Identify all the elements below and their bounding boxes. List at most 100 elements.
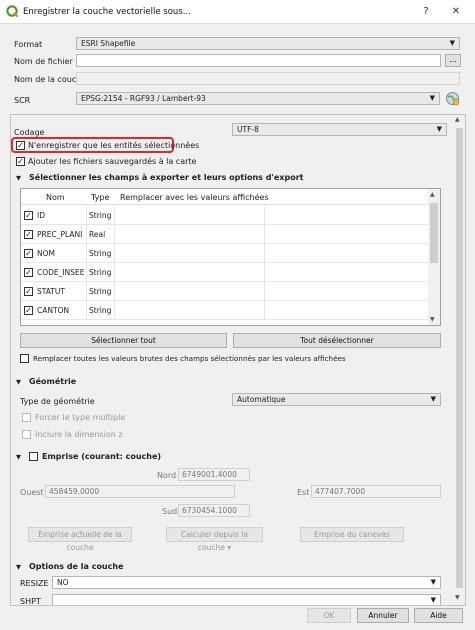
deselect-all-button[interactable]: Tout désélectionner (233, 333, 441, 348)
chevron-down-icon: ▼ (430, 395, 436, 403)
help-button[interactable]: ? (414, 4, 438, 20)
header-type: Type (91, 193, 110, 202)
table-row[interactable]: ✓ CODE_INSEE String (21, 263, 428, 282)
collapse-triangle-icon[interactable]: ▼ (16, 563, 21, 571)
table-scrollbar-thumb[interactable] (430, 203, 438, 263)
resize-label: RESIZE (20, 579, 49, 588)
south-label: Sud (162, 507, 178, 516)
geometry-type-label: Type de géométrie (20, 397, 95, 406)
encoding-value: UTF-8 (237, 125, 259, 134)
table-row[interactable]: ✓ PREC_PLANI Real (21, 225, 428, 244)
collapse-triangle-icon[interactable]: ▼ (16, 378, 21, 386)
shpt-label: SHPT (20, 597, 41, 605)
table-row[interactable]: ✓ CANTON String (21, 301, 428, 320)
field-replace-cell[interactable] (115, 263, 265, 282)
encoding-select[interactable]: UTF-8 ▼ (232, 123, 447, 136)
force-multi-checkbox[interactable] (22, 413, 31, 422)
collapse-triangle-icon[interactable]: ▼ (16, 174, 21, 182)
collapse-triangle-icon[interactable]: ▼ (16, 453, 21, 461)
field-checkbox[interactable]: ✓ (24, 230, 33, 239)
extent-checkbox[interactable] (29, 452, 38, 461)
force-multi-label: Forcer le type multiple (35, 413, 126, 422)
field-checkbox[interactable]: ✓ (24, 249, 33, 258)
table-row[interactable]: ✓ STATUT String (21, 282, 428, 301)
chevron-down-icon: ▼ (436, 125, 442, 133)
field-checkbox[interactable]: ✓ (24, 306, 33, 315)
field-name: PREC_PLANI (37, 230, 83, 239)
resize-value: NO (57, 578, 69, 587)
field-replace-cell[interactable] (115, 282, 265, 301)
scroll-down-icon[interactable]: ▼ (430, 316, 435, 323)
field-replace-cell[interactable] (115, 225, 265, 244)
scroll-down-icon[interactable]: ▼ (455, 594, 460, 601)
field-name: CANTON (37, 306, 70, 315)
west-field[interactable]: 458459.0000 (45, 485, 235, 498)
browse-button[interactable]: ... (445, 54, 461, 67)
field-name: ID (37, 211, 45, 220)
field-name-cell: ✓ PREC_PLANI (21, 225, 87, 244)
north-label: Nord (157, 471, 177, 480)
crs-label: SCR (14, 96, 31, 105)
layer-options-section-title: Options de la couche (29, 562, 124, 571)
east-label: Est (297, 488, 310, 497)
select-all-button[interactable]: Sélectionner tout (20, 333, 227, 348)
filename-label: Nom de fichier (14, 57, 73, 66)
table-row[interactable]: ✓ ID String (21, 206, 428, 225)
close-button[interactable]: ✕ (444, 4, 468, 20)
selected-only-checkbox[interactable]: ✓ (16, 141, 25, 150)
table-body: ✓ ID String ✓ PREC_PLANI Real ✓ NOM String ✓ CODE_… (21, 206, 428, 325)
cancel-button[interactable]: Annuler (357, 608, 409, 623)
field-name: NOM (37, 249, 55, 258)
field-type: Real (87, 225, 115, 244)
shpt-select[interactable]: ▼ (52, 594, 441, 605)
filename-input[interactable] (76, 54, 441, 67)
crs-select[interactable]: EPSG:2154 - RGF93 / Lambert-93 ▼ (76, 92, 440, 105)
field-checkbox[interactable]: ✓ (24, 211, 33, 220)
field-type: String (87, 282, 115, 301)
add-to-map-checkbox[interactable]: ✓ (16, 157, 25, 166)
include-z-checkbox[interactable] (22, 430, 31, 439)
chevron-down-icon: ▼ (429, 94, 435, 102)
table-row[interactable]: ✓ NOM String (21, 244, 428, 263)
crs-value: EPSG:2154 - RGF93 / Lambert-93 (81, 94, 206, 103)
field-replace-cell[interactable] (115, 244, 265, 263)
canvas-extent-button[interactable]: Emprise du canevas (300, 527, 404, 542)
field-name-cell: ✓ CODE_INSEE (21, 263, 87, 282)
geometry-type-value: Automatique (237, 395, 286, 404)
clip-area: SHPT ▼ (11, 592, 454, 605)
panel-scrollbar-thumb[interactable] (456, 128, 463, 588)
field-replace-cell[interactable] (115, 301, 265, 320)
scroll-up-icon[interactable]: ▲ (430, 191, 435, 198)
header-name: Nom (46, 193, 65, 202)
selected-only-label: N'enregistrer que les entités sélectionn… (28, 141, 200, 150)
field-checkbox[interactable]: ✓ (24, 287, 33, 296)
window-title: Enregistrer la couche vectorielle sous..… (23, 7, 191, 17)
header-replace: Remplacer avec les valeurs affichées (120, 193, 269, 202)
layername-input[interactable] (76, 72, 460, 85)
north-field[interactable]: 6749001.4000 (178, 468, 250, 481)
resize-select[interactable]: NO ▼ (52, 576, 441, 589)
ok-button[interactable]: OK (307, 608, 351, 623)
help-footer-button[interactable]: Aide (414, 608, 463, 623)
replace-all-checkbox[interactable] (20, 354, 29, 363)
field-type: String (87, 263, 115, 282)
include-z-label: Inclure la dimension z (35, 430, 123, 439)
field-replace-cell[interactable] (115, 206, 265, 225)
add-to-map-label: Ajouter les fichiers sauvegardés à la ca… (28, 157, 197, 166)
field-name-cell: ✓ ID (21, 206, 87, 225)
table-header: Nom Type Remplacer avec les valeurs affi… (21, 189, 428, 205)
extent-section-title: Emprise (courant: couche) (42, 452, 162, 461)
format-select[interactable]: ESRI Shapefile ▼ (76, 37, 460, 50)
field-checkbox[interactable]: ✓ (24, 268, 33, 277)
chevron-down-icon: ▼ (449, 39, 455, 47)
current-extent-button[interactable]: Emprise actuelle de la couche (28, 527, 132, 552)
south-field[interactable]: 6730454.1000 (178, 504, 250, 517)
scroll-up-icon[interactable]: ▲ (455, 116, 460, 123)
east-field[interactable]: 477407.7000 (311, 485, 441, 498)
geometry-type-select[interactable]: Automatique ▼ (232, 393, 441, 406)
crs-selector-icon[interactable] (445, 91, 460, 106)
calc-extent-button[interactable]: Calculer depuis la couche ▾ (166, 527, 263, 552)
field-name: CODE_INSEE (37, 268, 85, 277)
fields-section-title: Sélectionner les champs à exporter et le… (29, 173, 304, 182)
chevron-down-icon: ▼ (430, 596, 436, 604)
